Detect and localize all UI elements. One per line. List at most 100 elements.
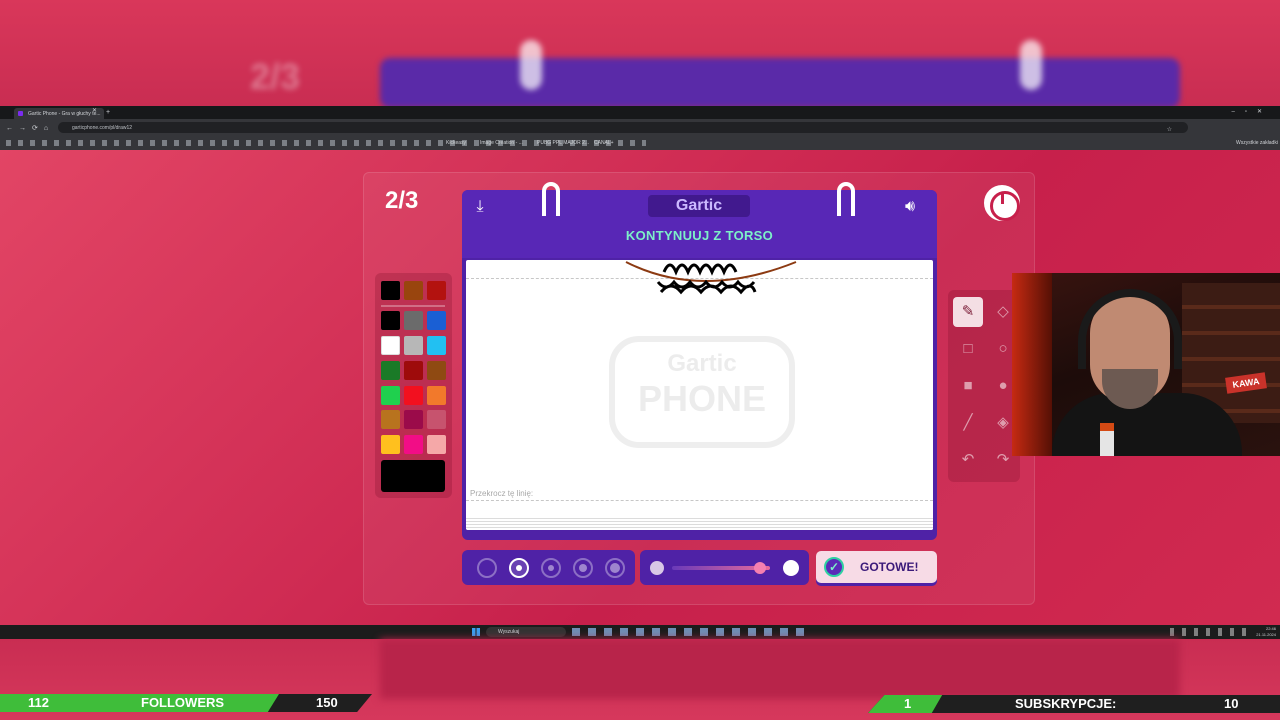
palette-divider [381, 305, 445, 307]
navigation-buttons[interactable]: ←→⟳⌂ [6, 124, 54, 132]
window-controls[interactable]: –▫✕ [1232, 108, 1273, 115]
tool-panel: ✎ ◇ □ ○ ■ ● ╱ ◈ ↶ ↷ [948, 290, 1020, 482]
webcam-light [1012, 273, 1052, 456]
color-swatch[interactable] [381, 410, 400, 429]
close-tab-icon[interactable]: ✕ [92, 107, 97, 114]
notebook-ring-icon [542, 182, 560, 216]
pencil-icon[interactable]: ✎ [953, 297, 983, 327]
taskbar-search-label: Wyszukaj [498, 629, 520, 635]
color-swatch[interactable] [381, 386, 400, 405]
color-swatch[interactable] [381, 336, 400, 355]
gartic-favicon-icon [18, 111, 23, 116]
round-counter: 2/3 [385, 187, 419, 214]
color-swatch[interactable] [427, 281, 446, 300]
webcam-overlay: KAWA [1012, 273, 1280, 456]
bottle-icon [1100, 423, 1114, 456]
done-button[interactable]: ✓ GOTOWE! [816, 551, 937, 583]
followers-current: 112 [28, 695, 49, 710]
rectangle-filled-icon[interactable]: ■ [953, 371, 983, 401]
color-swatch[interactable] [404, 336, 423, 355]
taskbar-app-icons[interactable] [572, 628, 808, 636]
tab-bar: Gartic Phone - Gra w głuchy te... ✕ + –▫… [0, 106, 1280, 119]
color-swatch[interactable] [404, 386, 423, 405]
clock-date: 21.11.2024 [1256, 632, 1276, 637]
undo-icon[interactable]: ↶ [953, 445, 983, 475]
brush-size-1[interactable] [477, 558, 497, 578]
low-opacity-icon [650, 561, 664, 575]
blurred-hook [1020, 40, 1042, 90]
windows-start-icon[interactable] [472, 628, 480, 636]
line-icon[interactable]: ╱ [953, 408, 983, 438]
full-opacity-icon [783, 560, 799, 576]
sound-icon[interactable]: 🔊︎ [905, 198, 929, 218]
brush-size-4[interactable] [573, 558, 593, 578]
followers-goal-bar: 112 FOLLOWERS 150 [0, 694, 372, 712]
color-swatch[interactable] [427, 410, 446, 429]
url-text: garticphone.com/pl/draw12 [72, 125, 133, 131]
subscriptions-goal-bar: 1 SUBSKRYPCJE: 10 [868, 695, 1280, 713]
check-icon: ✓ [824, 557, 844, 577]
notebook-page-edges [466, 518, 933, 530]
all-bookmarks[interactable]: Wszystkie zakładki [1236, 140, 1278, 146]
color-swatch[interactable] [404, 361, 423, 380]
stream-background-top: 2/3 [0, 0, 1280, 108]
brush-size-2[interactable] [509, 558, 529, 578]
taskbar-search[interactable]: Wyszukaj [486, 627, 566, 637]
blurred-hook [520, 40, 542, 90]
subs-label: SUBSKRYPCJE: [1015, 696, 1117, 711]
bookmark-kickeasy[interactable]: Kickeasy [446, 140, 466, 146]
color-swatch[interactable] [404, 281, 423, 300]
bookmarks-bar: Kickeasy Image Creation - ... PUBG PPL M… [0, 136, 1280, 150]
bookmark-pubg[interactable]: PUBG PPL MAJOR 2... [537, 140, 589, 146]
browser-tab[interactable]: Gartic Phone - Gra w głuchy te... [14, 108, 104, 119]
bookmark-canal[interactable]: CANAL+ [594, 140, 614, 146]
headset-icon [1078, 289, 1182, 369]
followers-goal: 150 [316, 695, 338, 710]
selected-color-preview [381, 460, 445, 492]
subs-current: 1 [904, 696, 912, 711]
rectangle-outline-icon[interactable]: □ [953, 334, 983, 364]
bookmark-star-icon[interactable]: ☆ [1167, 126, 1178, 133]
color-swatch[interactable] [381, 281, 400, 300]
blurred-header-bar [380, 58, 1180, 108]
new-tab-icon[interactable]: + [106, 109, 110, 116]
system-tray-icons[interactable] [1170, 628, 1250, 636]
blurred-round-counter: 2/3 [250, 56, 301, 97]
previous-drawing-strokes [625, 261, 797, 295]
subs-goal: 10 [1224, 696, 1239, 711]
gartic-logo: Gartic [648, 195, 750, 217]
color-swatch[interactable] [427, 336, 446, 355]
color-swatch[interactable] [404, 311, 423, 330]
color-swatch[interactable] [404, 435, 423, 454]
done-label: GOTOWE! [860, 560, 919, 574]
download-icon[interactable]: ⤓ [470, 198, 490, 218]
bottom-guide-line [466, 500, 933, 501]
color-swatch[interactable] [427, 435, 446, 454]
timer-icon [984, 185, 1020, 221]
cross-line-hint: Przekrocz tę linię: [470, 489, 534, 498]
brush-size-selector [462, 550, 635, 585]
color-swatch[interactable] [427, 311, 446, 330]
color-swatch[interactable] [381, 311, 400, 330]
windows-taskbar: Wyszukaj 22:46 21.11.2024 [0, 625, 1280, 639]
watermark-gartic: Gartic [667, 350, 737, 377]
address-bar[interactable]: garticphone.com/pl/draw12 ☆ [58, 122, 1188, 133]
color-swatch[interactable] [381, 435, 400, 454]
taskbar-clock[interactable]: 22:46 21.11.2024 [1252, 626, 1276, 638]
followers-label: FOLLOWERS [141, 695, 225, 710]
notebook-ring-icon [837, 182, 855, 216]
color-swatch[interactable] [404, 410, 423, 429]
opacity-thumb[interactable] [754, 562, 767, 574]
color-swatch[interactable] [381, 361, 400, 380]
drawing-canvas[interactable]: Gartic PHONE Przekrocz tę linię: [466, 260, 933, 530]
browser-window: Gartic Phone - Gra w głuchy te... ✕ + –▫… [0, 106, 1280, 150]
brush-size-5[interactable] [605, 558, 625, 578]
drawing-notebook: ⤓ Gartic 🔊︎ KONTYNUUJ Z TORSO Gartic PHO… [462, 182, 937, 540]
color-swatch[interactable] [427, 361, 446, 380]
blurred-controls [380, 639, 1180, 699]
brush-size-3[interactable] [541, 558, 561, 578]
bookmark-image-creation[interactable]: Image Creation - ... [480, 140, 523, 146]
address-row: ←→⟳⌂ garticphone.com/pl/draw12 ☆ [0, 119, 1280, 136]
opacity-slider[interactable] [640, 550, 809, 585]
color-swatch[interactable] [427, 386, 446, 405]
